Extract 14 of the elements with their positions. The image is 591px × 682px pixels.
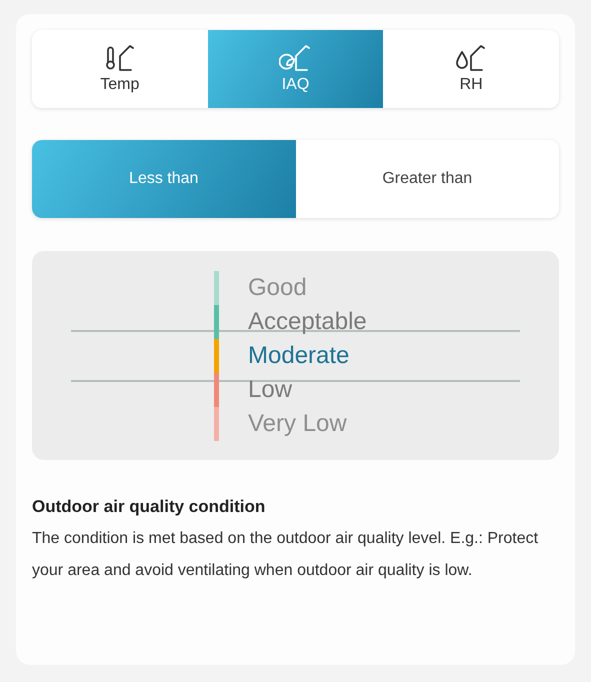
level-picker[interactable]: Good Acceptable Moderate Low Very Low [32, 251, 559, 460]
comparison-toggle[interactable]: Greater than [296, 140, 559, 218]
description-text: The condition is met based on the outdoor air quality level. E.g.: Protect your area and avoid ventilating when outdoor air quality is low. [32, 529, 540, 580]
sensor-tab[interactable]: IAQ [208, 30, 384, 108]
comparison-toggle[interactable]: Less than [32, 140, 296, 218]
level-option[interactable]: Very Low [248, 407, 347, 441]
sensor-tab[interactable]: Temp [32, 30, 208, 108]
level-option[interactable]: Low [248, 373, 292, 407]
level-option[interactable]: Acceptable [248, 305, 367, 339]
leaf-house-icon [278, 44, 312, 72]
sensor-tab[interactable]: RH [383, 30, 559, 108]
level-option[interactable]: Good [248, 271, 307, 305]
description-title: Outdoor air quality condition [32, 497, 266, 517]
level-option[interactable]: Moderate [248, 339, 350, 373]
